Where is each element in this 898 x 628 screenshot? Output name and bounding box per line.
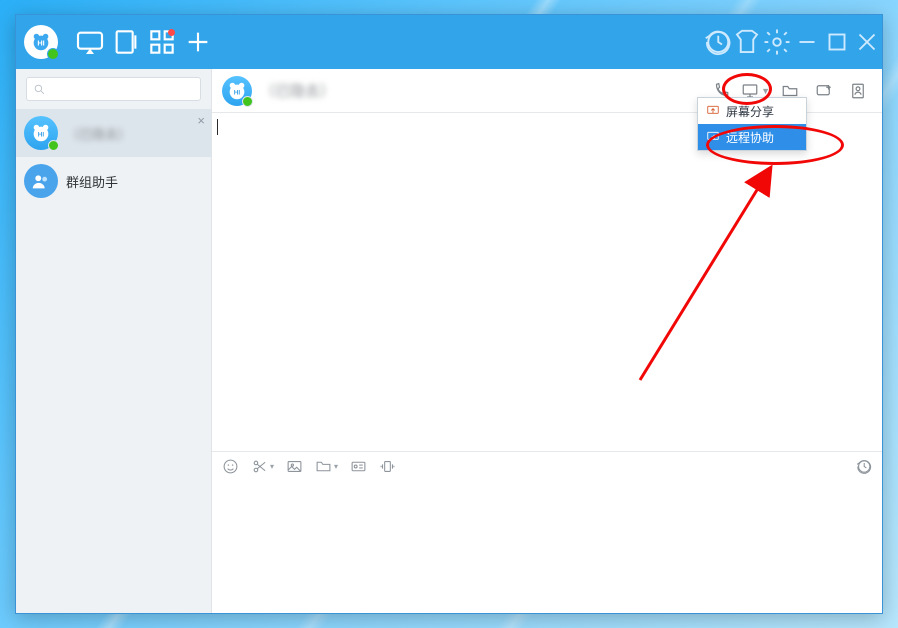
message-list[interactable] [212, 113, 882, 451]
search-icon [33, 83, 46, 96]
search-input[interactable] [26, 77, 201, 101]
tab-contacts-icon[interactable] [110, 26, 142, 58]
shake-icon[interactable] [379, 458, 396, 475]
contact-name: 群组助手 [66, 172, 118, 191]
contact-name: （已隐去） [66, 124, 131, 143]
titlebar-tabs [74, 26, 214, 58]
menu-item-label: 远程协助 [726, 129, 774, 146]
text-cursor [217, 119, 218, 135]
menu-item-screen-share[interactable]: 屏幕分享 [698, 98, 806, 124]
emoji-icon[interactable] [222, 458, 239, 475]
menu-item-remote-assist[interactable]: 远程协助 [698, 124, 806, 150]
skin-icon[interactable] [732, 27, 762, 57]
tab-chat-icon[interactable] [74, 26, 106, 58]
remote-assist-icon [706, 130, 720, 144]
tab-add-icon[interactable] [182, 26, 214, 58]
tab-apps-icon[interactable] [146, 26, 178, 58]
screen-share-icon [706, 104, 720, 118]
menu-item-label: 屏幕分享 [726, 103, 774, 120]
settings-icon[interactable] [762, 27, 792, 57]
folder-send-icon[interactable]: ▾ [315, 458, 338, 475]
message-history-icon[interactable] [855, 458, 872, 475]
sidebar: HI （已隐去） × 群组助手 [16, 69, 212, 613]
remote-dropdown-menu: 屏幕分享 远程协助 [697, 97, 807, 151]
image-icon[interactable] [286, 458, 303, 475]
chat-title: （已隐去） [260, 80, 335, 101]
chevron-down-icon: ▼ [761, 86, 770, 96]
add-chat-icon[interactable] [810, 78, 838, 104]
svg-text:HI: HI [37, 39, 44, 48]
profile-card-icon[interactable] [844, 78, 872, 104]
title-bar: HI [16, 15, 882, 69]
contact-item[interactable]: 群组助手 [16, 157, 211, 205]
titlebar-system-icons [702, 27, 882, 57]
card-icon[interactable] [350, 458, 367, 475]
scissors-icon[interactable]: ▾ [251, 458, 274, 475]
history-icon[interactable] [702, 27, 732, 57]
app-logo[interactable]: HI [24, 25, 58, 59]
contact-item[interactable]: HI （已隐去） × [16, 109, 211, 157]
maximize-button[interactable] [822, 27, 852, 57]
bear-hi-icon: HI [30, 31, 52, 53]
chat-avatar: HI [222, 76, 252, 106]
message-input[interactable] [212, 481, 882, 613]
svg-text:HI: HI [38, 132, 45, 139]
svg-text:HI: HI [234, 89, 241, 96]
close-button[interactable] [852, 27, 882, 57]
contact-avatar [24, 164, 58, 198]
compose-toolbar: ▾ ▾ [212, 451, 882, 481]
contact-avatar: HI [24, 116, 58, 150]
close-contact-button[interactable]: × [197, 113, 205, 128]
minimize-button[interactable] [792, 27, 822, 57]
